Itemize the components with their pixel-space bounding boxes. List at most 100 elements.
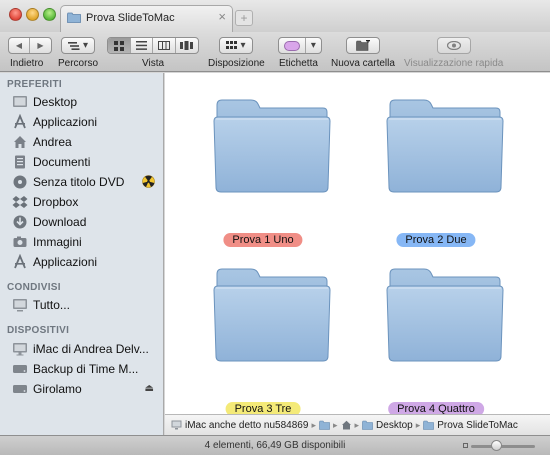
folder-icon xyxy=(386,268,504,362)
title-bar: Prova SlideToMac × + xyxy=(0,0,550,32)
new-tab-button[interactable]: + xyxy=(235,10,253,26)
list-view-button[interactable] xyxy=(131,38,153,53)
minimize-window-button[interactable] xyxy=(26,8,39,21)
icon-size-slider[interactable] xyxy=(471,445,535,448)
path-label: Percorso xyxy=(58,58,99,69)
documents-icon xyxy=(15,155,25,169)
back-label: Indietro xyxy=(10,58,44,69)
close-window-button[interactable] xyxy=(9,8,22,21)
applications-icon xyxy=(14,254,26,269)
zoom-window-button[interactable] xyxy=(43,8,56,21)
sidebar-item-label: Applicazioni xyxy=(33,115,98,129)
sidebar-item-girolamo[interactable]: Girolamo ⏏ xyxy=(0,379,163,399)
burn-icon[interactable] xyxy=(142,175,155,188)
folder-icon[interactable] xyxy=(319,420,330,430)
path-bar: iMac anche detto nu584869 ▸ ▸ ▸ Desktop … xyxy=(165,414,550,435)
sidebar-item-label: Applicazioni xyxy=(33,255,98,269)
arrange-label: Disposizione xyxy=(208,58,265,69)
path-item-desktop[interactable]: Desktop xyxy=(376,420,413,431)
dvd-icon xyxy=(13,175,27,189)
quicklook-button[interactable] xyxy=(437,37,471,54)
sidebar-item-download[interactable]: Download xyxy=(0,212,163,232)
sidebar-item-immagini[interactable]: Immagini xyxy=(0,232,163,252)
label-color-swatch xyxy=(283,40,300,51)
folder-item[interactable]: Prova 4 Quattro xyxy=(361,268,511,416)
chevron-down-icon: ▾ xyxy=(82,40,89,51)
label-dropdown-button[interactable]: ▾ xyxy=(306,38,321,53)
camera-icon xyxy=(13,236,27,247)
sidebar-item-label: Backup di Time M... xyxy=(33,362,139,376)
sidebar-item-label: Andrea xyxy=(33,135,72,149)
home-icon xyxy=(14,136,26,148)
folder-icon xyxy=(213,99,331,193)
folder-label: Prova 1 Uno xyxy=(223,233,303,247)
back-button[interactable]: ◀ xyxy=(9,38,31,53)
download-icon xyxy=(13,215,27,229)
coverflow-icon xyxy=(180,41,194,50)
sidebar-item-label: Immagini xyxy=(33,235,82,249)
tab-prova-slidetomac[interactable]: Prova SlideToMac × xyxy=(60,5,233,32)
path-list-icon xyxy=(67,41,80,50)
icon-view-button[interactable] xyxy=(108,38,131,53)
grid-icon xyxy=(113,40,124,51)
path-button[interactable]: ▾ xyxy=(61,37,95,54)
sidebar-item-applicazioni[interactable]: Applicazioni xyxy=(0,112,163,132)
folder-item[interactable]: Prova 2 Due xyxy=(361,99,511,247)
sidebar-item-documenti[interactable]: Documenti xyxy=(0,152,163,172)
applications-icon xyxy=(14,114,26,129)
home-icon[interactable] xyxy=(341,420,352,430)
file-browser-content[interactable]: Prova 1 Uno Prova 2 Due Prova 3 Tre Prov… xyxy=(165,73,550,416)
quicklook-label: Visualizzazione rapida xyxy=(404,58,504,69)
sidebar-item-label: Download xyxy=(33,215,87,229)
path-item-current-folder[interactable]: Prova SlideToMac xyxy=(437,420,518,431)
coverflow-view-button[interactable] xyxy=(176,38,198,53)
path-separator-icon: ▸ xyxy=(415,419,421,430)
chevron-down-icon: ▾ xyxy=(310,40,316,51)
sidebar-item-label: Senza titolo DVD xyxy=(33,175,125,189)
eye-icon xyxy=(447,41,461,50)
forward-arrow-icon: ▶ xyxy=(37,41,44,50)
devices-header: DISPOSITIVI xyxy=(7,325,70,336)
label-label: Etichetta xyxy=(279,58,318,69)
sidebar-item-imac[interactable]: iMac di Andrea Delv... xyxy=(0,339,163,359)
toolbar: ◀ ▶ Indietro ▾ Percorso Vista ▾ Disposiz… xyxy=(0,32,550,72)
folder-label: Prova 2 Due xyxy=(396,233,476,247)
label-color-button[interactable] xyxy=(279,38,306,53)
new-folder-button[interactable] xyxy=(346,37,380,54)
eject-icon[interactable]: ⏏ xyxy=(145,383,154,394)
sidebar-item-applicazioni-2[interactable]: Applicazioni xyxy=(0,252,163,272)
path-separator-icon: ▸ xyxy=(332,419,338,430)
network-icon xyxy=(13,299,27,312)
new-folder-label: Nuova cartella xyxy=(331,58,395,69)
path-item-root[interactable]: iMac anche detto nu584869 xyxy=(185,420,308,431)
sidebar-item-label: Documenti xyxy=(33,155,91,169)
shared-header: CONDIVISI xyxy=(7,282,61,293)
favorites-header: PREFERITI xyxy=(7,79,62,90)
new-folder-icon xyxy=(356,40,370,51)
sidebar-item-backup-time-machine[interactable]: Backup di Time M... xyxy=(0,359,163,379)
status-bar: 4 elementi, 66,49 GB disponibili xyxy=(0,435,550,455)
path-separator-icon: ▸ xyxy=(311,419,316,430)
sidebar-item-desktop[interactable]: Desktop xyxy=(0,92,163,112)
column-view-button[interactable] xyxy=(153,38,176,53)
forward-button[interactable]: ▶ xyxy=(30,38,51,53)
sidebar-item-dropbox[interactable]: Dropbox xyxy=(0,192,163,212)
folder-item[interactable]: Prova 1 Uno xyxy=(188,99,338,247)
tab-close-icon[interactable]: × xyxy=(218,10,226,24)
sidebar-item-senza-titolo-dvd[interactable]: Senza titolo DVD xyxy=(0,172,163,192)
sidebar-item-tutto[interactable]: Tutto... xyxy=(0,295,163,315)
view-label: Vista xyxy=(142,58,165,69)
sidebar-item-label: Girolamo xyxy=(33,382,82,396)
chevron-down-icon: ▾ xyxy=(240,40,246,51)
disk-icon xyxy=(13,385,27,393)
folder-icon xyxy=(386,99,504,193)
folder-icon xyxy=(423,420,435,430)
dropbox-icon xyxy=(12,196,28,208)
folder-icon xyxy=(362,420,373,430)
sidebar-item-label: iMac di Andrea Delv... xyxy=(33,342,149,356)
arrange-button[interactable]: ▾ xyxy=(219,37,253,54)
folder-item[interactable]: Prova 3 Tre xyxy=(188,268,338,416)
back-arrow-icon: ◀ xyxy=(15,41,23,50)
sidebar-item-label: Tutto... xyxy=(33,298,70,312)
sidebar-item-andrea[interactable]: Andrea xyxy=(0,132,163,152)
